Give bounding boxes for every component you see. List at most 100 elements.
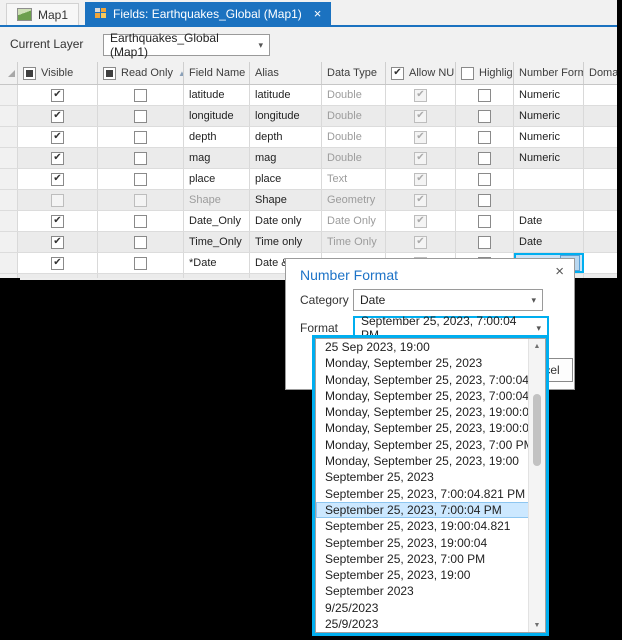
row-selector[interactable] <box>0 127 18 147</box>
row-selector[interactable] <box>0 85 18 105</box>
header-highlight[interactable]: Highlight <box>456 62 514 84</box>
highlight-checkbox[interactable] <box>478 194 491 207</box>
field-name-cell[interactable]: Shape <box>184 190 250 210</box>
read-only-checkbox[interactable] <box>134 236 147 249</box>
header-number-format[interactable]: Number Format <box>514 62 584 84</box>
highlight-cell[interactable] <box>456 232 514 252</box>
number-format-cell[interactable]: Numeric <box>514 148 584 168</box>
visible-checkbox[interactable] <box>51 236 64 249</box>
visible-checkbox[interactable] <box>51 194 64 207</box>
number-format-cell[interactable]: Numeric <box>514 127 584 147</box>
row-selector[interactable] <box>0 148 18 168</box>
highlight-checkbox[interactable] <box>478 236 491 249</box>
highlight-cell[interactable] <box>456 127 514 147</box>
highlight-cell[interactable] <box>456 169 514 189</box>
number-format-cell[interactable]: Date <box>514 211 584 231</box>
alias-cell[interactable]: Time only <box>250 232 322 252</box>
read-only-all-checkbox[interactable] <box>103 67 116 80</box>
read-only-cell[interactable] <box>98 232 184 252</box>
row-selector[interactable] <box>0 106 18 126</box>
header-alias[interactable]: Alias <box>250 62 322 84</box>
visible-cell[interactable] <box>18 106 98 126</box>
row-selector[interactable] <box>0 274 18 278</box>
dropdown-item[interactable]: Monday, September 25, 2023, 7:00 PM <box>316 437 529 453</box>
highlight-cell[interactable] <box>456 85 514 105</box>
highlight-cell[interactable] <box>456 106 514 126</box>
visible-cell[interactable] <box>18 253 98 273</box>
dropdown-item[interactable]: September 25, 2023, 19:00:04 <box>316 535 529 551</box>
visible-cell[interactable] <box>18 211 98 231</box>
dialog-close-icon[interactable]: × <box>555 263 564 280</box>
read-only-cell[interactable] <box>98 85 184 105</box>
visible-checkbox[interactable] <box>51 131 64 144</box>
alias-cell[interactable]: longitude <box>250 106 322 126</box>
highlight-checkbox[interactable] <box>478 215 491 228</box>
visible-checkbox[interactable] <box>51 215 64 228</box>
highlight-all-checkbox[interactable] <box>461 67 474 80</box>
dropdown-item[interactable]: September 25, 2023, 19:00:04.821 <box>316 518 529 534</box>
dropdown-item[interactable]: September 25, 2023, 7:00:04.821 PM <box>316 486 529 502</box>
dropdown-item[interactable]: Monday, September 25, 2023 <box>316 355 529 371</box>
dropdown-item[interactable]: September 25, 2023, 19:00 <box>316 567 529 583</box>
dropdown-item[interactable]: September 25, 2023 <box>316 469 529 485</box>
alias-cell[interactable]: mag <box>250 148 322 168</box>
visible-cell[interactable] <box>18 127 98 147</box>
dropdown-item[interactable]: 25 Sep 2023, 19:00 <box>316 339 529 355</box>
allow-null-all-checkbox[interactable] <box>391 67 404 80</box>
dropdown-item[interactable]: Monday, September 25, 2023, 7:00:04.821 … <box>316 372 529 388</box>
read-only-cell[interactable] <box>98 106 184 126</box>
visible-checkbox[interactable] <box>51 257 64 270</box>
field-name-cell[interactable]: mag <box>184 148 250 168</box>
highlight-cell[interactable] <box>456 211 514 231</box>
read-only-checkbox[interactable] <box>134 257 147 270</box>
read-only-cell[interactable] <box>98 253 184 273</box>
field-name-cell[interactable]: latitude <box>184 85 250 105</box>
row-selector[interactable] <box>0 190 18 210</box>
current-layer-combobox[interactable]: Earthquakes_Global (Map1) ▾ <box>103 34 270 56</box>
scrollbar-thumb[interactable] <box>533 394 541 466</box>
visible-checkbox[interactable] <box>51 110 64 123</box>
visible-cell[interactable] <box>18 190 98 210</box>
visible-checkbox[interactable] <box>51 89 64 102</box>
visible-all-checkbox[interactable] <box>23 67 36 80</box>
highlight-checkbox[interactable] <box>478 152 491 165</box>
category-combobox[interactable]: Date ▾ <box>353 289 543 311</box>
alias-cell[interactable]: depth <box>250 127 322 147</box>
dropdown-item[interactable]: Monday, September 25, 2023, 19:00:04 <box>316 420 529 436</box>
read-only-cell[interactable] <box>98 169 184 189</box>
field-name-cell[interactable]: Date_Only <box>184 211 250 231</box>
dropdown-item[interactable]: Monday, September 25, 2023, 7:00:04 PM <box>316 388 529 404</box>
visible-cell[interactable] <box>18 169 98 189</box>
row-selector[interactable] <box>0 232 18 252</box>
read-only-checkbox[interactable] <box>134 152 147 165</box>
header-field-name[interactable]: Field Name <box>184 62 250 84</box>
highlight-checkbox[interactable] <box>478 173 491 186</box>
read-only-checkbox[interactable] <box>134 194 147 207</box>
field-name-cell[interactable]: longitude <box>184 106 250 126</box>
alias-cell[interactable]: Date only <box>250 211 322 231</box>
dropdown-item-selected[interactable]: September 25, 2023, 7:00:04 PM <box>316 502 529 518</box>
scroll-down-icon[interactable]: ▼ <box>529 618 545 632</box>
highlight-checkbox[interactable] <box>478 110 491 123</box>
visible-checkbox[interactable] <box>51 152 64 165</box>
alias-cell[interactable]: latitude <box>250 85 322 105</box>
highlight-checkbox[interactable] <box>478 89 491 102</box>
highlight-checkbox[interactable] <box>478 131 491 144</box>
field-name-cell[interactable]: Time_Only <box>184 232 250 252</box>
read-only-checkbox[interactable] <box>134 89 147 102</box>
number-format-cell[interactable] <box>514 169 584 189</box>
alias-cell[interactable]: place <box>250 169 322 189</box>
field-name-cell[interactable]: *Date <box>184 253 250 273</box>
visible-cell[interactable] <box>18 232 98 252</box>
dropdown-item[interactable]: September 2023 <box>316 583 529 599</box>
highlight-cell[interactable] <box>456 190 514 210</box>
row-selector[interactable] <box>0 253 18 273</box>
read-only-cell[interactable] <box>98 211 184 231</box>
read-only-checkbox[interactable] <box>134 131 147 144</box>
read-only-checkbox[interactable] <box>134 110 147 123</box>
dropdown-scrollbar[interactable]: ▲ ▼ <box>528 339 545 632</box>
header-read-only[interactable]: Read Only ▲ <box>98 62 184 84</box>
header-corner[interactable] <box>0 62 18 84</box>
read-only-cell[interactable] <box>98 148 184 168</box>
alias-cell[interactable]: Shape <box>250 190 322 210</box>
